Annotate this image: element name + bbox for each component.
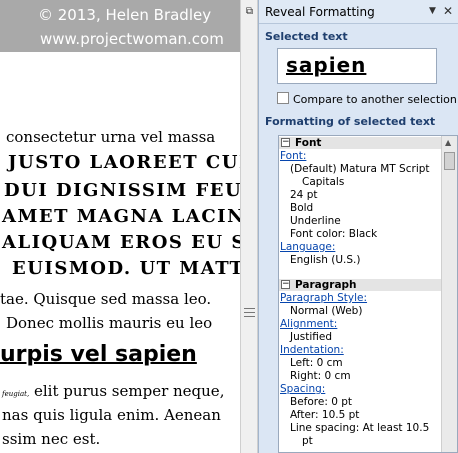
language-value: English (U.S.) — [290, 254, 361, 266]
font-group-label: Font — [295, 137, 322, 149]
tiny-word: feugiat, — [2, 390, 30, 398]
collapse-minus-icon[interactable]: − — [281, 138, 290, 147]
paragraph-group-label: Paragraph — [295, 279, 357, 291]
font-value: (Default) Matura MT Script — [290, 163, 430, 175]
doc-line-text: elit purus semper neque, — [33, 382, 225, 400]
watermark-url: www.projectwoman.com — [40, 30, 224, 48]
pane-titlebar: Reveal Formatting ▼ ✕ — [259, 0, 458, 24]
doc-line: Donec mollis mauris eu leo — [6, 314, 213, 332]
pane-title: Reveal Formatting — [265, 5, 375, 19]
doc-line-decorative: JUSTO LAOREET CURSUS — [8, 152, 240, 173]
document-area[interactable]: © 2013, Helen Bradley www.projectwoman.c… — [0, 0, 240, 453]
font-value: Font color: Black — [290, 228, 378, 240]
indentation-link[interactable]: Indentation: — [280, 344, 344, 357]
formatting-list-scrollbar[interactable]: ▲ — [441, 136, 457, 452]
chevron-down-icon[interactable]: ▼ — [429, 6, 436, 16]
compare-checkbox[interactable] — [277, 92, 289, 104]
watermark: © 2013, Helen Bradley www.projectwoman.c… — [0, 0, 240, 52]
font-value: Capitals — [302, 176, 345, 188]
doc-line-decorative: DUI DIGNISSIM FEUGIAT — [4, 180, 240, 201]
doc-line-selected[interactable]: urpis vel sapien — [0, 342, 197, 367]
ruler-toggle-icon[interactable]: ⧉ — [244, 6, 255, 17]
selected-text-header: Selected text — [265, 30, 348, 43]
font-link[interactable]: Font: — [280, 150, 306, 163]
formatting-list[interactable]: − Font Font: (Default) Matura MT Script … — [278, 135, 458, 453]
doc-line-decorative: AMET MAGNA LACINIA — [2, 206, 240, 227]
doc-line: tae. Quisque sed massa leo. — [0, 290, 212, 308]
doc-line: ssim nec est. — [2, 430, 101, 448]
line-spacing-value: Line spacing: At least 10.5 — [290, 422, 430, 434]
formatting-header: Formatting of selected text — [265, 115, 436, 128]
doc-line: nas quis ligula enim. Aenean — [2, 406, 221, 424]
selected-text-preview: sapien — [277, 48, 437, 84]
line-spacing-value-cont: pt — [302, 435, 313, 447]
doc-line: consectetur urna vel massa — [6, 128, 216, 146]
paragraph-group-header[interactable]: − Paragraph — [279, 279, 441, 291]
spacing-before-value: Before: 0 pt — [290, 396, 353, 408]
collapse-minus-icon[interactable]: − — [281, 280, 290, 289]
doc-line-decorative: ALIQUAM EROS EU SEM — [2, 232, 240, 253]
split-handle-icon[interactable] — [244, 308, 255, 317]
font-value: Bold — [290, 202, 314, 214]
spacing-link[interactable]: Spacing: — [280, 383, 325, 396]
vertical-ruler: ⧉ — [240, 0, 258, 453]
compare-label: Compare to another selection — [293, 93, 457, 106]
compare-checkbox-row[interactable]: Compare to another selection — [277, 92, 457, 106]
font-group-header[interactable]: − Font — [279, 137, 441, 149]
alignment-link[interactable]: Alignment: — [280, 318, 337, 331]
spacing-after-value: After: 10.5 pt — [290, 409, 360, 421]
doc-line: feugiat, elit purus semper neque, — [2, 382, 224, 400]
doc-line-decorative: EUISMOD. UT MATTIS — [12, 258, 240, 279]
font-value: Underline — [290, 215, 341, 227]
watermark-copyright: © 2013, Helen Bradley — [38, 6, 212, 24]
language-link[interactable]: Language: — [280, 241, 335, 254]
indent-right-value: Right: 0 cm — [290, 370, 351, 382]
scrollbar-thumb[interactable] — [444, 152, 455, 170]
font-value: 24 pt — [290, 189, 318, 201]
paragraph-style-link[interactable]: Paragraph Style: — [280, 292, 367, 305]
scroll-up-icon[interactable]: ▲ — [445, 138, 451, 147]
close-icon[interactable]: ✕ — [443, 4, 453, 18]
paragraph-style-value: Normal (Web) — [290, 305, 363, 317]
alignment-value: Justified — [290, 331, 332, 343]
reveal-formatting-pane: Reveal Formatting ▼ ✕ Selected text sapi… — [258, 0, 458, 453]
indent-left-value: Left: 0 cm — [290, 357, 343, 369]
selected-text-value: sapien — [286, 53, 367, 77]
